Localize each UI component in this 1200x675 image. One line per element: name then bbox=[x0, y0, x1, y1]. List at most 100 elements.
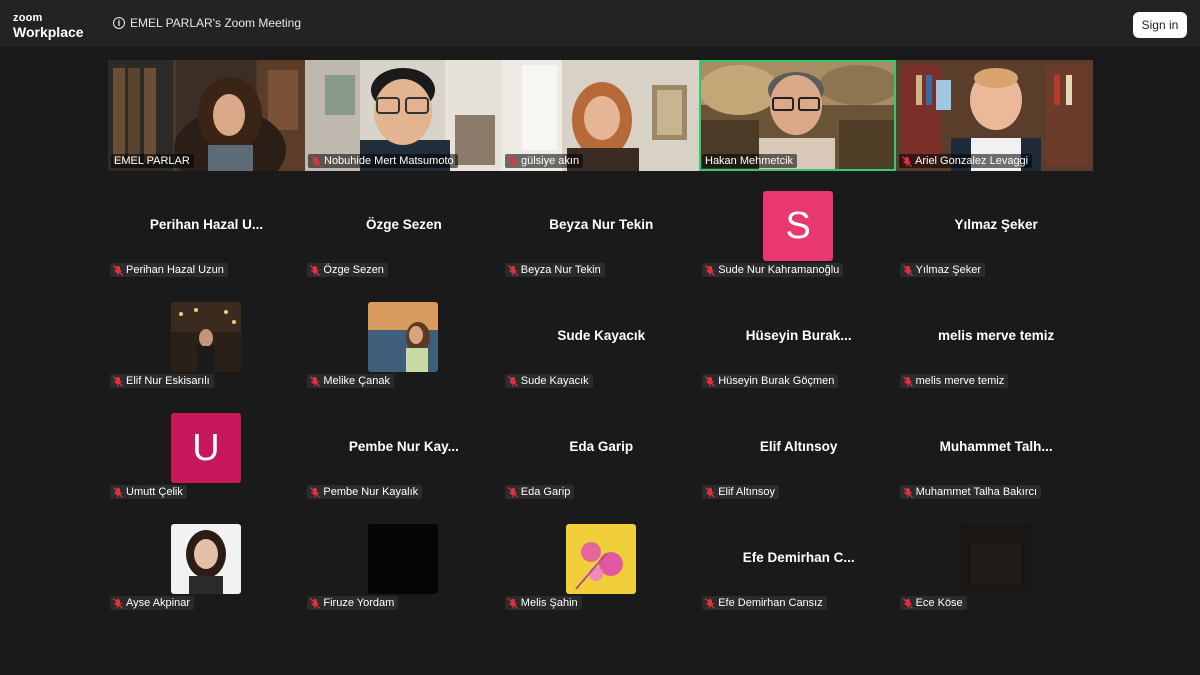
participant-tile[interactable]: Pembe Nur Kay... Pembe Nur Kayalık bbox=[305, 413, 502, 503]
participant-name: Hakan Mehmetcik bbox=[705, 155, 794, 167]
participant-name-tag: Melike Çanak bbox=[307, 374, 395, 388]
participant-name-tag: Muhammet Talha Bakırcı bbox=[899, 485, 1042, 499]
participant-display-name: Özge Sezen bbox=[366, 217, 442, 232]
participant-name-tag: Ece Köse bbox=[899, 596, 967, 610]
avatar-initial: S bbox=[763, 191, 834, 261]
mic-muted-icon bbox=[507, 597, 518, 609]
meeting-title: EMEL PARLAR's Zoom Meeting bbox=[130, 16, 302, 30]
participant-tile[interactable]: Beyza Nur Tekin Beyza Nur Tekin bbox=[503, 191, 700, 281]
video-tile[interactable]: gülsiye akın bbox=[502, 60, 699, 171]
participant-tile[interactable]: Ayse Akpinar bbox=[108, 524, 305, 614]
participant-name-tag: Melis Şahin bbox=[504, 596, 582, 610]
participant-name: melis merve temiz bbox=[915, 375, 1005, 387]
participant-tile[interactable]: Eda Garip Eda Garip bbox=[503, 413, 700, 503]
participant-display-name: Eda Garip bbox=[569, 439, 634, 454]
participant-tile[interactable]: Firuze Yordam bbox=[305, 524, 502, 614]
logo-line-2: Workplace bbox=[13, 24, 84, 40]
sign-in-button[interactable]: Sign in bbox=[1133, 12, 1187, 38]
mic-muted-icon bbox=[507, 264, 518, 276]
participant-name: Pembe Nur Kayalık bbox=[323, 486, 419, 498]
participant-name: Hüseyin Burak Göçmen bbox=[718, 375, 835, 387]
participant-name-tag: Sude Nur Kahramanoğlu bbox=[702, 263, 844, 277]
participant-name-tag: Elif Altınsoy bbox=[702, 485, 780, 499]
participant-name-tag: Eda Garip bbox=[504, 485, 575, 499]
participant-name: Yılmaz Şeker bbox=[915, 264, 982, 276]
participant-name-tag: Beyza Nur Tekin bbox=[504, 263, 605, 277]
avatar-photo bbox=[960, 524, 1031, 594]
participant-tile[interactable]: melis merve temiz melis merve temiz bbox=[898, 302, 1095, 392]
participant-name-tag: Sude Kayacık bbox=[504, 374, 593, 388]
participant-name: Melis Şahin bbox=[520, 597, 578, 609]
participant-tile[interactable]: Efe Demirhan C... Efe Demirhan Cansız bbox=[700, 524, 897, 614]
participant-tile[interactable]: Perihan Hazal U... Perihan Hazal Uzun bbox=[108, 191, 305, 281]
mic-muted-icon bbox=[113, 597, 123, 609]
video-tile-active-speaker[interactable]: Hakan Mehmetcik bbox=[699, 60, 896, 171]
avatar-photo bbox=[565, 524, 636, 594]
participant-tile[interactable]: Muhammet Talh... Muhammet Talha Bakırcı bbox=[898, 413, 1095, 503]
avatar-photo bbox=[171, 302, 241, 372]
participant-tile[interactable]: S Sude Nur Kahramanoğlu bbox=[700, 191, 897, 281]
participant-display-name: Yılmaz Şeker bbox=[954, 217, 1038, 232]
mic-muted-icon bbox=[310, 597, 321, 609]
participant-name: Ece Köse bbox=[915, 597, 963, 609]
mic-muted-icon bbox=[507, 486, 518, 498]
participant-name: Umutt Çelik bbox=[126, 486, 183, 498]
mic-muted-icon bbox=[310, 486, 321, 498]
participant-display-name: Efe Demirhan C... bbox=[742, 550, 855, 565]
participant-name-tag: Hakan Mehmetcik bbox=[702, 154, 798, 168]
participant-name-tag: Ayse Akpinar bbox=[110, 596, 195, 610]
participant-name: Sude Kayacık bbox=[520, 375, 589, 387]
participant-name-tag: Ariel Gonzalez Levaggi bbox=[899, 154, 1033, 168]
mic-muted-icon bbox=[705, 486, 716, 498]
meeting-info[interactable]: i EMEL PARLAR's Zoom Meeting bbox=[113, 16, 301, 30]
participant-display-name: Pembe Nur Kay... bbox=[348, 439, 459, 454]
mic-muted-icon bbox=[310, 264, 321, 276]
participant-tile[interactable]: Ece Köse bbox=[898, 524, 1095, 614]
participant-display-name: Perihan Hazal U... bbox=[149, 217, 264, 232]
participant-display-name: Hüseyin Burak... bbox=[745, 328, 852, 343]
top-bar: zoom Workplace i EMEL PARLAR's Zoom Meet… bbox=[0, 0, 1200, 47]
mic-muted-icon bbox=[310, 375, 321, 387]
avatar-photo bbox=[368, 524, 439, 594]
participant-name: Sude Nur Kahramanoğlu bbox=[718, 264, 840, 276]
participant-name-tag: melis merve temiz bbox=[899, 374, 1009, 388]
participant-name: Ariel Gonzalez Levaggi bbox=[915, 155, 1029, 167]
participant-tile[interactable]: Sude Kayacık Sude Kayacık bbox=[503, 302, 700, 392]
participant-tile[interactable]: Melike Çanak bbox=[305, 302, 502, 392]
mic-muted-icon bbox=[113, 486, 123, 498]
participant-tile[interactable]: Melis Şahin bbox=[503, 524, 700, 614]
participant-name-tag: Umutt Çelik bbox=[110, 485, 187, 499]
participant-display-name: Muhammet Talh... bbox=[939, 439, 1053, 454]
participant-name: Eda Garip bbox=[520, 486, 571, 498]
participant-name-tag: gülsiye akın bbox=[505, 154, 584, 168]
mic-muted-icon bbox=[902, 597, 913, 609]
participant-name: Perihan Hazal Uzun bbox=[126, 264, 224, 276]
participant-tile[interactable]: U Umutt Çelik bbox=[108, 413, 305, 503]
participant-name-tag: Elif Nur Eskisarılı bbox=[110, 374, 214, 388]
participant-name: Beyza Nur Tekin bbox=[520, 264, 601, 276]
avatar-initial: U bbox=[171, 413, 241, 483]
video-tile[interactable]: Nobuhide Mert Matsumoto bbox=[305, 60, 502, 171]
mic-muted-icon bbox=[311, 155, 321, 167]
mic-muted-icon bbox=[113, 375, 123, 387]
participant-tile[interactable]: Özge Sezen Özge Sezen bbox=[305, 191, 502, 281]
participant-name: Özge Sezen bbox=[323, 264, 384, 276]
participant-name: gülsiye akın bbox=[521, 155, 580, 167]
logo-line-1: zoom bbox=[13, 12, 43, 24]
participant-display-name: melis merve temiz bbox=[937, 328, 1055, 343]
mic-muted-icon bbox=[902, 155, 912, 167]
participant-tile[interactable]: Yılmaz Şeker Yılmaz Şeker bbox=[898, 191, 1095, 281]
participant-tile[interactable]: Hüseyin Burak... Hüseyin Burak Göçmen bbox=[700, 302, 897, 392]
participant-name: Firuze Yordam bbox=[323, 597, 395, 609]
video-tile[interactable]: EMEL PARLAR bbox=[108, 60, 305, 171]
info-icon[interactable]: i bbox=[113, 17, 125, 29]
participant-name: Efe Demirhan Cansız bbox=[718, 597, 823, 609]
mic-muted-icon bbox=[705, 597, 716, 609]
participant-name: Melike Çanak bbox=[323, 375, 391, 387]
participant-name-tag: Perihan Hazal Uzun bbox=[110, 263, 228, 277]
participant-name: Ayse Akpinar bbox=[126, 597, 191, 609]
participant-tile[interactable]: Elif Altınsoy Elif Altınsoy bbox=[700, 413, 897, 503]
video-tile[interactable]: Ariel Gonzalez Levaggi bbox=[896, 60, 1093, 171]
mic-muted-icon bbox=[508, 155, 518, 167]
participant-tile[interactable]: Elif Nur Eskisarılı bbox=[108, 302, 305, 392]
